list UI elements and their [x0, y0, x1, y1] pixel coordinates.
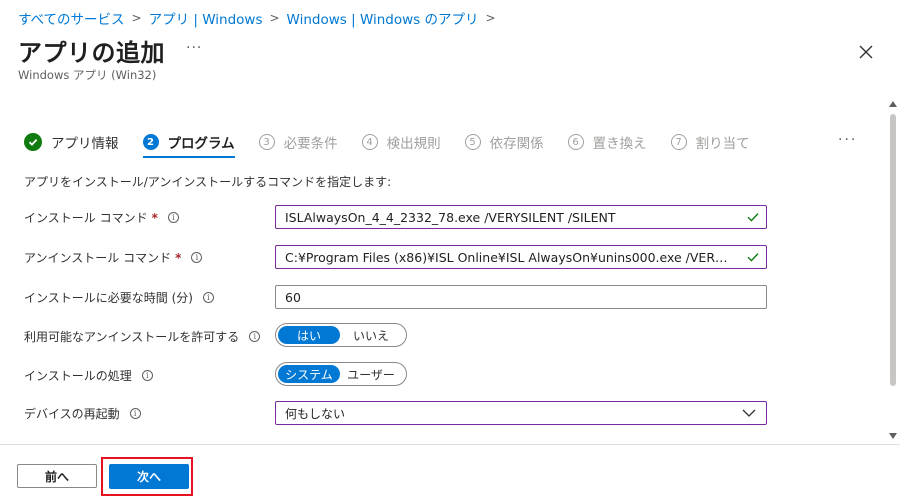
- previous-button[interactable]: 前へ: [17, 464, 97, 488]
- wizard-step-detection-rules[interactable]: 4 検出規則: [361, 128, 441, 156]
- step-number: 6: [567, 134, 584, 150]
- required-marker: *: [151, 210, 158, 225]
- scroll-down-arrow-icon[interactable]: [889, 432, 897, 440]
- vertical-scrollbar[interactable]: [886, 100, 900, 442]
- uninstall-command-input[interactable]: C:¥Program Files (x86)¥ISL Online¥ISL Al…: [275, 245, 767, 269]
- wizard-step-label: プログラム: [167, 136, 235, 152]
- step-number: 3: [258, 134, 275, 150]
- install-command-input[interactable]: ISLAlwaysOn_4_4_2332_78.exe /VERYSILENT …: [275, 205, 767, 229]
- info-icon[interactable]: i: [202, 292, 214, 303]
- step-number: 5: [464, 134, 481, 150]
- uninstall-command-label: アンインストール コマンド * i: [24, 249, 203, 266]
- wizard-step-app-info[interactable]: アプリ情報: [24, 128, 119, 156]
- breadcrumb-windows-apps[interactable]: Windows | Windows のアプリ: [287, 8, 479, 28]
- toggle-option-user[interactable]: ユーザー: [340, 365, 402, 383]
- page-subtitle: Windows アプリ (Win32): [18, 68, 157, 82]
- footer-divider: [0, 444, 900, 445]
- wizard-step-label: アプリ情報: [51, 136, 119, 152]
- wizard-step-label: 置き換え: [592, 136, 647, 152]
- wizard-step-dependencies[interactable]: 5 依存関係: [464, 128, 544, 156]
- device-restart-label: デバイスの再起動 i: [24, 405, 141, 422]
- install-time-label: インストールに必要な時間 (分) i: [24, 289, 214, 306]
- wizard-steps: アプリ情報 2 プログラム 3 必要条件 4 検出規則 5 依存関係 6 置き換…: [24, 128, 774, 158]
- checkmark-icon: [747, 253, 759, 262]
- step-number: 4: [361, 134, 378, 150]
- toggle-option-no[interactable]: いいえ: [340, 326, 402, 344]
- next-button[interactable]: 次へ: [109, 464, 189, 489]
- wizard-step-label: 必要条件: [283, 136, 338, 152]
- toggle-option-system[interactable]: システム: [278, 365, 340, 383]
- wizard-step-label: 依存関係: [489, 136, 544, 152]
- allow-uninstall-toggle: はい いいえ: [275, 323, 407, 347]
- chevron-right-icon: >: [269, 11, 280, 25]
- wizard-step-label: 割り当て: [695, 136, 750, 152]
- scroll-up-arrow-icon[interactable]: [889, 100, 897, 108]
- chevron-right-icon: >: [131, 11, 142, 25]
- scrollbar-thumb[interactable]: [890, 114, 896, 386]
- wizard-step-label: 検出規則: [386, 136, 441, 152]
- info-icon[interactable]: i: [167, 212, 179, 223]
- install-time-input[interactable]: 60: [275, 285, 767, 309]
- install-behavior-toggle: システム ユーザー: [275, 362, 407, 386]
- breadcrumb: すべてのサービス > アプリ | Windows > Windows | Win…: [18, 8, 503, 28]
- wizard-step-requirements[interactable]: 3 必要条件: [258, 128, 338, 156]
- step-number: 2: [142, 134, 159, 150]
- toggle-option-yes[interactable]: はい: [278, 326, 340, 344]
- info-icon[interactable]: i: [141, 370, 153, 381]
- breadcrumb-apps-windows[interactable]: アプリ | Windows: [149, 8, 263, 28]
- wizard-step-assignments[interactable]: 7 割り当て: [670, 128, 750, 156]
- required-marker: *: [175, 250, 182, 265]
- info-icon[interactable]: i: [129, 408, 141, 419]
- close-icon[interactable]: [856, 42, 876, 62]
- install-command-label: インストール コマンド * i: [24, 209, 179, 226]
- wizard-step-supersedence[interactable]: 6 置き換え: [567, 128, 647, 156]
- chevron-right-icon: >: [485, 11, 496, 25]
- more-options-button[interactable]: ···: [186, 40, 202, 56]
- info-icon[interactable]: i: [249, 331, 261, 342]
- checkmark-icon: [747, 213, 759, 222]
- wizard-step-program[interactable]: 2 プログラム: [142, 128, 235, 158]
- install-behavior-label: インストールの処理 i: [24, 367, 153, 384]
- step-number: 7: [670, 134, 687, 150]
- form-instruction: アプリをインストール/アンインストールするコマンドを指定します:: [24, 175, 392, 189]
- info-icon[interactable]: i: [191, 252, 203, 263]
- device-restart-select[interactable]: 何もしない: [275, 401, 767, 425]
- page-title: アプリの追加: [18, 39, 165, 67]
- allow-uninstall-label: 利用可能なアンインストールを許可する i: [24, 328, 261, 345]
- checkmark-circle-icon: [24, 133, 42, 151]
- chevron-down-icon: [742, 409, 756, 417]
- breadcrumb-all-services[interactable]: すべてのサービス: [18, 8, 125, 28]
- more-steps-button[interactable]: ···: [838, 132, 857, 148]
